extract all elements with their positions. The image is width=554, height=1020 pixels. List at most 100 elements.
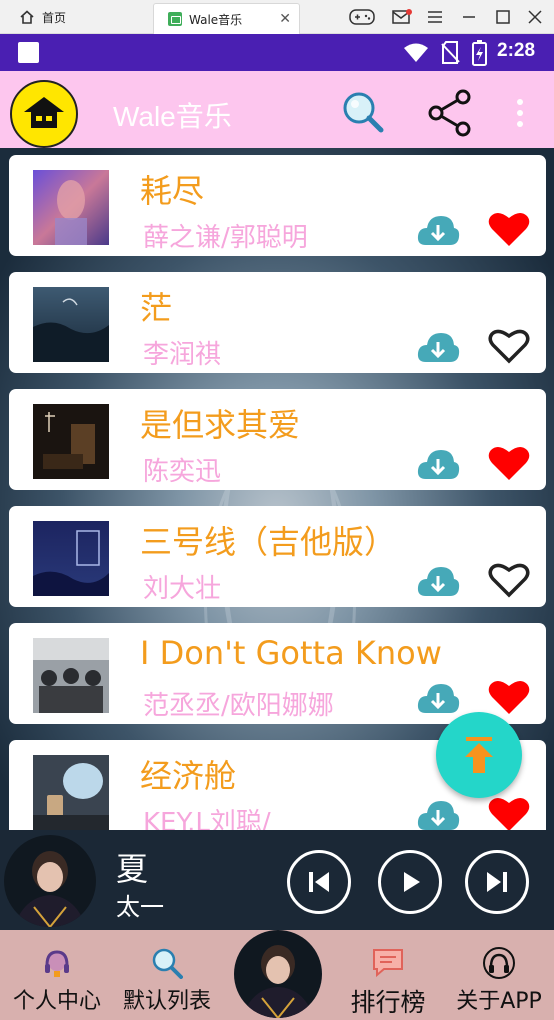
heart-outline-icon: [488, 329, 530, 364]
heart-outline-icon: [488, 563, 530, 598]
search-button[interactable]: [342, 91, 384, 133]
download-cloud-icon: [417, 216, 460, 245]
search-icon: [152, 948, 183, 979]
like-button[interactable]: [487, 677, 531, 717]
nav-label: 个人中心: [12, 989, 101, 1014]
home-button[interactable]: [10, 80, 78, 148]
download-button[interactable]: [416, 562, 460, 598]
now-playing-artist: 太一: [116, 893, 164, 921]
nav-item-ranking[interactable]: 排行榜: [344, 930, 432, 1020]
status-time: 2:28: [497, 40, 536, 61]
song-artist: 范丞丞/欧阳娜娜: [143, 691, 334, 721]
album-cover: [33, 755, 109, 830]
emulator-app-tab[interactable]: Wale音乐 ✕: [153, 3, 300, 34]
song-artist: 李润祺: [143, 340, 222, 370]
app-tab-icon: [168, 12, 182, 26]
album-cover: [33, 521, 109, 596]
arrow-to-top-icon: [465, 737, 493, 773]
battery-charging-icon: [472, 40, 487, 66]
home-outline-icon: [20, 10, 34, 24]
like-button[interactable]: [487, 443, 531, 483]
song-artist: 刘大壮: [143, 574, 222, 604]
download-button[interactable]: [416, 445, 460, 481]
nav-label: 默认列表: [122, 989, 211, 1014]
download-button[interactable]: [416, 328, 460, 364]
heart-filled-icon: [488, 798, 530, 830]
like-button[interactable]: [487, 560, 531, 600]
status-bar: 2:28: [0, 34, 554, 71]
nav-item-about-app[interactable]: 关于APP: [452, 930, 546, 1020]
now-playing-avatar[interactable]: [4, 835, 96, 927]
download-button[interactable]: [416, 679, 460, 715]
song-item[interactable]: I Don't Gotta Know 范丞丞/欧阳娜娜: [9, 623, 546, 724]
download-cloud-icon: [417, 567, 460, 596]
maximize-icon[interactable]: [492, 0, 514, 34]
emulator-tab-label: Wale音乐: [189, 12, 243, 27]
emulator-home-tab[interactable]: 首页: [0, 0, 150, 34]
wifi-icon: [404, 43, 428, 62]
download-cloud-icon: [417, 333, 460, 362]
share-icon: [428, 89, 471, 137]
song-item[interactable]: 耗尽 薛之谦/郭聪明: [9, 155, 546, 256]
download-cloud-icon: [417, 684, 460, 713]
song-artist: 陈奕迅: [143, 457, 222, 487]
song-title: 耗尽: [140, 172, 205, 210]
play-icon: [404, 872, 420, 892]
nav-label: 关于APP: [456, 989, 542, 1014]
menu-icon[interactable]: [424, 0, 446, 34]
share-button[interactable]: [427, 89, 473, 137]
song-title: 茫: [140, 289, 173, 327]
notification-square-icon: [18, 42, 39, 63]
song-artist: 薛之谦/郭聪明: [143, 223, 308, 253]
nav-center-avatar-button[interactable]: [234, 930, 322, 1018]
tab-close-icon[interactable]: ✕: [279, 11, 291, 27]
app-bar: Wale音乐: [0, 71, 554, 148]
nav-label: 排行榜: [350, 988, 426, 1017]
skip-previous-icon: [309, 872, 329, 892]
gamepad-icon[interactable]: [346, 0, 378, 34]
nav-item-default-list[interactable]: 默认列表: [120, 930, 214, 1020]
headphones-person-icon: [45, 950, 69, 977]
song-artist: KEY.L刘聪/: [143, 808, 271, 830]
album-cover: [33, 287, 109, 362]
minimize-icon[interactable]: [458, 0, 480, 34]
song-title: I Don't Gotta Know: [140, 634, 442, 672]
download-button[interactable]: [416, 796, 460, 830]
song-item[interactable]: 三号线（吉他版） 刘大壮: [9, 506, 546, 607]
play-button[interactable]: [378, 850, 442, 914]
more-options-icon[interactable]: [508, 95, 532, 131]
scroll-to-top-button[interactable]: [436, 712, 522, 798]
mail-icon[interactable]: [390, 0, 414, 34]
song-title: 是但求其爱: [140, 406, 301, 444]
heart-filled-icon: [488, 212, 530, 246]
song-item[interactable]: 茫 李润祺: [9, 272, 546, 373]
next-button[interactable]: [465, 850, 529, 914]
app-title: Wale音乐: [113, 101, 232, 132]
emulator-home-label: 首页: [42, 10, 67, 25]
song-title: 三号线（吉他版）: [140, 523, 397, 561]
song-item[interactable]: 是但求其爱 陈奕迅: [9, 389, 546, 490]
like-button[interactable]: [487, 326, 531, 366]
download-cloud-icon: [417, 450, 460, 479]
heart-filled-icon: [488, 446, 530, 480]
heart-filled-icon: [488, 680, 530, 714]
like-button[interactable]: [487, 209, 531, 249]
message-icon: [373, 949, 403, 978]
emulator-title-bar: 首页 Wale音乐 ✕: [0, 0, 554, 34]
album-cover: [33, 404, 109, 479]
download-cloud-icon: [417, 801, 460, 830]
search-icon: [343, 92, 384, 133]
like-button[interactable]: [487, 794, 531, 830]
album-cover: [33, 170, 109, 245]
nav-item-personal-center[interactable]: 个人中心: [10, 930, 104, 1020]
previous-button[interactable]: [287, 850, 351, 914]
now-playing-title: 夏: [116, 850, 149, 888]
skip-next-icon: [487, 872, 507, 892]
now-playing-bar: 夏 太一: [0, 830, 554, 930]
download-button[interactable]: [416, 211, 460, 247]
album-cover: [33, 638, 109, 713]
no-sim-icon: [441, 41, 460, 64]
close-window-icon[interactable]: [524, 0, 546, 34]
home-icon: [24, 97, 64, 128]
headphones-icon: [483, 947, 515, 979]
